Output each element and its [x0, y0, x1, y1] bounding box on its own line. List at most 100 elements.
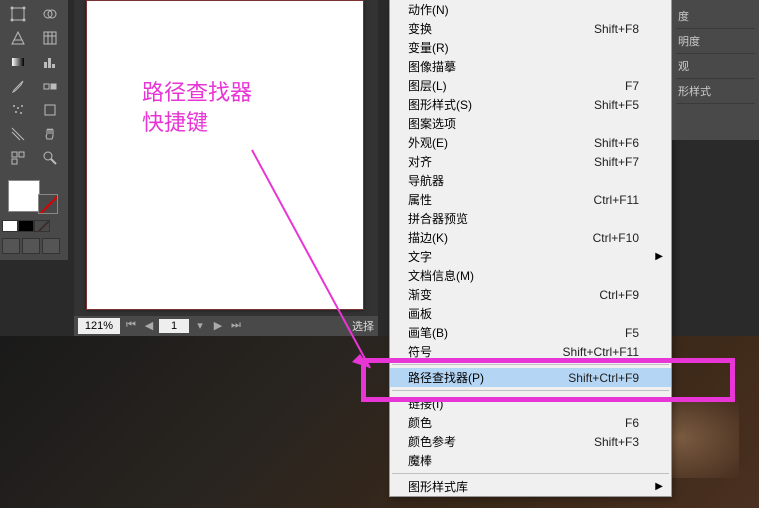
menu-item-shortcut: Ctrl+F11: [594, 193, 639, 207]
menu-item-shortcut: Shift+F6: [594, 136, 639, 150]
tool-symbol-sprayer[interactable]: [2, 98, 34, 122]
menu-item-label: 链接(I): [408, 395, 639, 412]
menu-item[interactable]: 文字▶: [390, 247, 671, 266]
menu-item[interactable]: 外观(E)Shift+F6: [390, 133, 671, 152]
menu-item-label: 图像描摹: [408, 58, 639, 75]
window-menu-dropdown: 动作(N)变换Shift+F8变量(R)图像描摹图层(L)F7图形样式(S)Sh…: [389, 0, 672, 497]
menu-item-label: 魔棒: [408, 452, 639, 469]
menu-item[interactable]: 变量(R): [390, 38, 671, 57]
screen-mode-preview[interactable]: [42, 238, 60, 254]
submenu-arrow-icon: ▶: [655, 481, 663, 492]
menu-item[interactable]: 描边(K)Ctrl+F10: [390, 228, 671, 247]
menu-item[interactable]: 画板: [390, 304, 671, 323]
menu-item-label: 对齐: [408, 153, 594, 170]
menu-item[interactable]: 链接(I): [390, 394, 671, 413]
menu-item-label: 动作(N): [408, 1, 639, 18]
right-panel: 度 明度 观 形样式: [672, 0, 759, 140]
menu-item-label: 图案选项: [408, 115, 639, 132]
menu-item-label: 外观(E): [408, 134, 594, 151]
menu-item-label: 导航器: [408, 172, 639, 189]
tool-mesh[interactable]: [34, 26, 66, 50]
tool-zoom[interactable]: [34, 146, 66, 170]
toolbar: [0, 0, 68, 260]
right-panel-item[interactable]: 形样式: [676, 79, 755, 104]
menu-item-shortcut: Shift+F7: [594, 155, 639, 169]
menu-item[interactable]: 渐变Ctrl+F9: [390, 285, 671, 304]
tool-freetransform[interactable]: [2, 2, 34, 26]
statusbar: 121% ⏮ ◀ 1 ▾ ▶ ⏭ 选择: [74, 316, 378, 336]
menu-item[interactable]: 魔棒: [390, 451, 671, 470]
page-number[interactable]: 1: [159, 319, 189, 333]
menu-item[interactable]: 颜色F6: [390, 413, 671, 432]
menu-item-label: 路径查找器(P): [408, 369, 568, 386]
menu-item[interactable]: 图像描摹: [390, 57, 671, 76]
status-tool-label: 选择: [352, 318, 374, 334]
menu-item-label: 颜色参考: [408, 433, 594, 450]
menu-item[interactable]: 图形样式(S)Shift+F5: [390, 95, 671, 114]
menu-item[interactable]: 导航器: [390, 171, 671, 190]
menu-item[interactable]: 图案选项: [390, 114, 671, 133]
tool-hand[interactable]: [34, 122, 66, 146]
tool-shape-builder[interactable]: [34, 2, 66, 26]
nav-last[interactable]: ⏭: [229, 319, 243, 333]
menu-item[interactable]: 画笔(B)F5: [390, 323, 671, 342]
menu-item[interactable]: 符号Shift+Ctrl+F11: [390, 342, 671, 361]
swatch-none[interactable]: [34, 220, 50, 232]
menu-item[interactable]: 图层(L)F7: [390, 76, 671, 95]
nav-dropdown[interactable]: ▾: [193, 319, 207, 333]
fill-color-swatch[interactable]: [8, 180, 40, 212]
menu-item-shortcut: Shift+F3: [594, 435, 639, 449]
menu-separator: [392, 390, 669, 391]
tool-print-tiling[interactable]: [2, 146, 34, 170]
swatch-white[interactable]: [2, 220, 18, 232]
right-panel-item[interactable]: 度: [676, 4, 755, 29]
tool-perspective[interactable]: [2, 26, 34, 50]
menu-separator: [392, 473, 669, 474]
menu-item-label: 颜色: [408, 414, 625, 431]
screen-mode-full[interactable]: [22, 238, 40, 254]
nav-prev[interactable]: ◀: [142, 319, 156, 333]
menu-item-label: 文档信息(M): [408, 267, 639, 284]
zoom-level[interactable]: 121%: [78, 318, 120, 334]
menu-separator: [392, 364, 669, 365]
menu-item[interactable]: 文档信息(M): [390, 266, 671, 285]
tool-column-graph[interactable]: [34, 50, 66, 74]
swatch-black[interactable]: [18, 220, 34, 232]
menu-item-label: 图形样式库: [408, 478, 639, 495]
menu-item-shortcut: Shift+Ctrl+F11: [563, 345, 639, 359]
tool-eyedropper[interactable]: [2, 74, 34, 98]
menu-item-label: 描边(K): [408, 229, 593, 246]
menu-item-shortcut: Shift+F5: [594, 98, 639, 112]
artboard-canvas[interactable]: [86, 0, 364, 310]
submenu-arrow-icon: ▶: [655, 251, 663, 262]
tool-artboard[interactable]: [34, 98, 66, 122]
menu-item[interactable]: 拼合器预览: [390, 209, 671, 228]
menu-item[interactable]: 动作(N): [390, 0, 671, 19]
right-panel-item[interactable]: 观: [676, 54, 755, 79]
menu-item-label: 图形样式(S): [408, 96, 594, 113]
nav-next[interactable]: ▶: [211, 319, 225, 333]
tool-slice[interactable]: [2, 122, 34, 146]
menu-item[interactable]: 路径查找器(P)Shift+Ctrl+F9: [390, 368, 671, 387]
screen-mode-normal[interactable]: [2, 238, 20, 254]
menu-item-shortcut: Shift+F8: [594, 22, 639, 36]
tool-blend[interactable]: [34, 74, 66, 98]
menu-item-label: 变换: [408, 20, 594, 37]
menu-item-label: 符号: [408, 343, 563, 360]
menu-item[interactable]: 颜色参考Shift+F3: [390, 432, 671, 451]
menu-item-shortcut: Ctrl+F10: [593, 231, 639, 245]
menu-item-label: 图层(L): [408, 77, 625, 94]
menu-item-label: 画笔(B): [408, 324, 625, 341]
menu-item-shortcut: F5: [625, 326, 639, 340]
tool-gradient[interactable]: [2, 50, 34, 74]
stroke-color-swatch[interactable]: [38, 194, 58, 214]
menu-item[interactable]: 对齐Shift+F7: [390, 152, 671, 171]
menu-item[interactable]: 图形样式库 ▶: [390, 477, 671, 496]
menu-item[interactable]: 属性Ctrl+F11: [390, 190, 671, 209]
menu-item-shortcut: Shift+Ctrl+F9: [568, 371, 639, 385]
nav-first[interactable]: ⏮: [124, 319, 138, 333]
right-panel-item[interactable]: 明度: [676, 29, 755, 54]
menu-item-label: 渐变: [408, 286, 599, 303]
menu-item[interactable]: 变换Shift+F8: [390, 19, 671, 38]
menu-item-label: 画板: [408, 305, 639, 322]
